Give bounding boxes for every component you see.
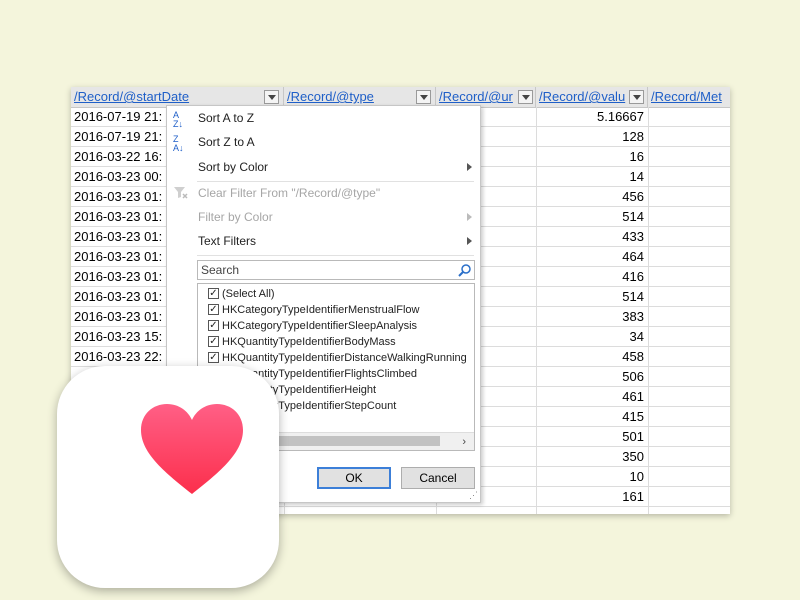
menu-item-label: Sort Z to A <box>198 135 255 149</box>
cell-value[interactable]: 464 <box>536 247 644 267</box>
filter-dropdown-button[interactable] <box>264 90 279 104</box>
cell-start-date[interactable]: 2016-03-23 00:3 <box>74 167 162 187</box>
list-item-label: HKCategoryTypeIdentifierSleepAnalysis <box>222 320 418 332</box>
cell-start-date[interactable]: 2016-07-19 21:2 <box>74 127 162 147</box>
cell-value[interactable]: 458 <box>536 347 644 367</box>
cell-start-date[interactable]: 2016-03-23 01:4 <box>74 267 162 287</box>
cell-value[interactable]: 128 <box>536 127 644 147</box>
list-item-label: HKQuantityTypeIdentifierBodyMass <box>222 336 396 348</box>
menu-item-label: Text Filters <box>198 234 257 248</box>
column-header-value[interactable]: /Record/@valu <box>536 87 648 107</box>
cell-start-date[interactable]: 2016-07-19 21:2 <box>74 107 162 127</box>
filter-dropdown-button[interactable] <box>518 90 533 104</box>
menu-item-label: Filter by Color <box>198 210 273 224</box>
column-header-unit[interactable]: /Record/@ur <box>436 87 536 107</box>
cell-value[interactable]: 433 <box>536 227 644 247</box>
filter-dropdown-button[interactable] <box>629 90 644 104</box>
ok-button-label: OK <box>345 471 363 485</box>
list-item[interactable]: ✓ HKQuantityTypeIdentifierBodyMass <box>208 334 396 350</box>
column-header-metadata[interactable]: /Record/Met <box>648 87 730 107</box>
list-item-label: HKCategoryTypeIdentifierMenstrualFlow <box>222 304 420 316</box>
heart-icon <box>141 404 243 494</box>
cancel-button-label: Cancel <box>419 471 457 485</box>
cell-value[interactable]: 5.16667 <box>536 107 644 127</box>
column-header-label: /Record/Met <box>651 89 722 104</box>
menu-item-label: Sort A to Z <box>198 111 255 125</box>
cell-value[interactable]: 350 <box>536 447 644 467</box>
checkbox[interactable]: ✓ <box>208 288 219 299</box>
search-icon[interactable] <box>458 264 471 277</box>
list-item-label: (Select All) <box>222 288 275 300</box>
cell-value[interactable]: 461 <box>536 387 644 407</box>
submenu-arrow-icon <box>467 213 472 221</box>
list-item-select-all[interactable]: ✓ (Select All) <box>208 286 275 302</box>
cell-value[interactable]: 506 <box>536 367 644 387</box>
ok-button[interactable]: OK <box>317 467 391 489</box>
cell-value[interactable]: 456 <box>536 187 644 207</box>
cell-value[interactable]: 514 <box>536 207 644 227</box>
search-placeholder: Search <box>201 263 240 277</box>
cell-start-date[interactable]: 2016-03-23 22:3 <box>74 347 162 367</box>
list-item-label: HKQuantityTypeIdentifierDistanceWalkingR… <box>222 352 467 364</box>
menu-separator <box>197 181 474 182</box>
column-header-label: /Record/@valu <box>539 89 626 104</box>
cell-value[interactable]: 415 <box>536 407 644 427</box>
checkbox[interactable]: ✓ <box>208 304 219 315</box>
cell-start-date[interactable]: 2016-03-23 01:2 <box>74 187 162 207</box>
cell-value[interactable]: 383 <box>536 307 644 327</box>
clear-filter-icon <box>174 187 188 199</box>
cell-value[interactable]: 34 <box>536 327 644 347</box>
sort-za-icon: Z A↓ <box>173 134 184 153</box>
cell-start-date[interactable]: 2016-03-23 01:2 <box>74 207 162 227</box>
cell-value[interactable]: 514 <box>536 287 644 307</box>
cell-value[interactable]: 161 <box>536 487 644 507</box>
cell-value[interactable]: 16 <box>536 147 644 167</box>
cell-value[interactable]: 10 <box>536 467 644 487</box>
menu-item-label: Sort by Color <box>198 160 269 174</box>
list-item[interactable]: ✓ HKQuantityTypeIdentifierDistanceWalking… <box>208 350 467 366</box>
resize-grip-icon[interactable]: ⋰ <box>469 491 478 500</box>
cell-start-date[interactable]: 2016-03-23 01:4 <box>74 287 162 307</box>
column-header-label: /Record/@ur <box>439 89 513 104</box>
cell-start-date[interactable]: 2016-03-23 01:3 <box>74 227 162 247</box>
menu-item-label: Clear Filter From "/Record/@type" <box>198 186 381 200</box>
checkbox[interactable]: ✓ <box>208 352 219 363</box>
cell-value[interactable]: 416 <box>536 267 644 287</box>
search-input[interactable]: Search <box>197 260 475 280</box>
menu-separator <box>197 255 474 256</box>
column-header-startdate[interactable]: /Record/@startDate <box>71 87 284 107</box>
list-item[interactable]: ✓ HKCategoryTypeIdentifierSleepAnalysis <box>208 318 418 334</box>
submenu-arrow-icon <box>467 237 472 245</box>
health-app-icon <box>57 366 279 588</box>
cell-start-date[interactable]: 2016-03-23 15:3 <box>74 327 162 347</box>
cell-value[interactable]: 501 <box>536 427 644 447</box>
cell-value[interactable]: 14 <box>536 167 644 187</box>
scroll-right-icon[interactable]: › <box>462 437 466 448</box>
column-header-label: /Record/@type <box>287 89 374 104</box>
cell-start-date[interactable]: 2016-03-22 16:5 <box>74 147 162 167</box>
submenu-arrow-icon <box>467 163 472 171</box>
column-header-label: /Record/@startDate <box>74 89 190 104</box>
cell-start-date[interactable]: 2016-03-23 01:3 <box>74 247 162 267</box>
filter-dropdown-button[interactable] <box>416 90 431 104</box>
checkbox[interactable]: ✓ <box>208 320 219 331</box>
cell-start-date[interactable]: 2016-03-23 01:5 <box>74 307 162 327</box>
cancel-button[interactable]: Cancel <box>401 467 475 489</box>
list-item[interactable]: ✓ HKCategoryTypeIdentifierMenstrualFlow <box>208 302 420 318</box>
column-header-type[interactable]: /Record/@type <box>284 87 436 107</box>
checkbox[interactable]: ✓ <box>208 336 219 347</box>
sort-az-icon: A Z↓ <box>173 110 183 129</box>
